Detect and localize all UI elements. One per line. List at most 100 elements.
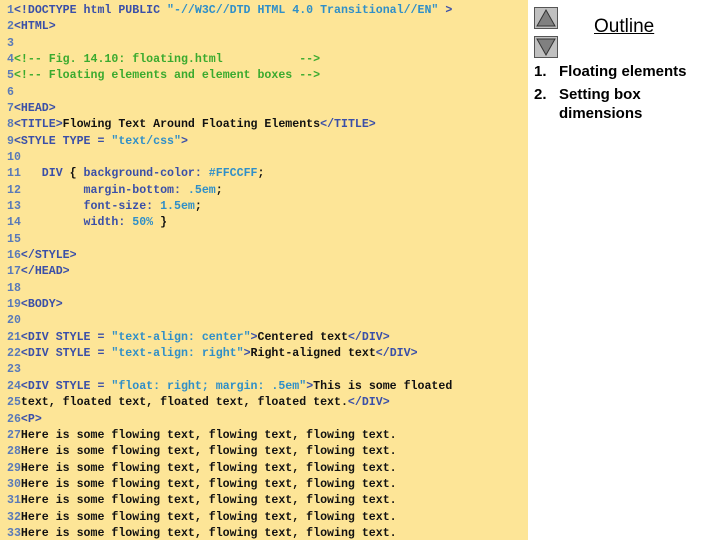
code-string: "-//W3C//DTD HTML 4.0 Transitional//EN" xyxy=(167,4,439,17)
code-line: 19<BODY> xyxy=(7,297,63,313)
code-tag: <DIV STYLE = xyxy=(20,347,112,361)
outline-panel: Outline 1. Floating elements 2. Setting bo… xyxy=(528,0,720,540)
code-tag: background-color: xyxy=(83,167,209,181)
code-line: 27Here is some flowing text, flowing tex… xyxy=(7,428,397,444)
line-number: 20 xyxy=(7,314,21,328)
code-comment: <!-- Floating elements and element boxes… xyxy=(13,69,321,83)
code-text: Here is some flowing text, flowing text,… xyxy=(20,445,397,459)
line-number: 26 xyxy=(7,412,21,426)
code-tag: <BODY> xyxy=(20,298,63,312)
code-string: 1.5em xyxy=(160,200,195,214)
code-line: 1<!DOCTYPE html PUBLIC "-//W3C//DTD HTML… xyxy=(7,3,452,19)
line-number: 22 xyxy=(7,347,21,361)
code-line: 30Here is some flowing text, flowing tex… xyxy=(7,477,397,493)
line-number: 31 xyxy=(7,494,21,508)
line-number: 28 xyxy=(7,445,21,459)
line-number: 14 xyxy=(7,216,21,230)
code-line: 33Here is some flowing text, flowing tex… xyxy=(7,526,397,540)
code-string: "text-align: center" xyxy=(111,330,251,344)
line-number: 15 xyxy=(7,232,21,246)
outline-item: 2. Setting box dimensions xyxy=(534,85,720,123)
code-string: 50% xyxy=(132,216,154,230)
code-tag: > xyxy=(180,134,188,148)
outline-item-number: 2. xyxy=(534,86,547,103)
code-tag: </DIV> xyxy=(375,347,418,361)
code-tag: <DIV STYLE = xyxy=(20,330,112,344)
line-number: 19 xyxy=(7,298,21,312)
outline-item-label: Floating elements xyxy=(559,63,687,80)
code-tag: </DIV> xyxy=(347,330,390,344)
code-listing: 1<!DOCTYPE html PUBLIC "-//W3C//DTD HTML… xyxy=(0,0,528,540)
code-line: 20 xyxy=(7,313,21,329)
code-line: 13 font-size: 1.5em; xyxy=(7,199,202,215)
line-number: 10 xyxy=(7,151,21,165)
line-number: 9 xyxy=(7,134,14,148)
code-line: 26<P> xyxy=(7,412,42,428)
code-text: { xyxy=(69,167,84,181)
code-text: } xyxy=(153,216,168,230)
outline-item-number: 1. xyxy=(534,63,547,80)
code-tag: <!DOCTYPE html PUBLIC xyxy=(13,4,168,17)
line-number: 18 xyxy=(7,281,21,295)
code-line: 4<!-- Fig. 14.10: floating.html --> xyxy=(7,52,320,68)
code-text: Right-aligned text xyxy=(250,347,376,361)
code-tag: </STYLE> xyxy=(20,249,77,263)
line-number: 4 xyxy=(7,53,14,67)
code-line: 23 xyxy=(7,362,21,378)
code-line: 32Here is some flowing text, flowing tex… xyxy=(7,510,397,526)
outline-item: 1. Floating elements xyxy=(534,62,720,81)
code-line: 18 xyxy=(7,281,21,297)
previous-slide-button[interactable] xyxy=(534,7,558,29)
code-comment: <!-- Fig. 14.10: floating.html --> xyxy=(13,53,321,67)
outline-title: Outline xyxy=(594,16,655,37)
line-number: 24 xyxy=(7,379,21,393)
code-text: ; xyxy=(257,167,265,181)
code-tag: DIV xyxy=(20,167,70,181)
code-string: "text/css" xyxy=(111,134,181,148)
code-tag: <HTML> xyxy=(13,20,56,34)
line-number: 6 xyxy=(7,85,14,99)
code-tag: > xyxy=(438,4,453,17)
code-line: 28Here is some flowing text, flowing tex… xyxy=(7,444,397,460)
next-slide-button[interactable] xyxy=(534,36,558,58)
code-string: #FFCCFF xyxy=(208,167,258,181)
code-line: 17</HEAD> xyxy=(7,264,70,280)
line-number: 30 xyxy=(7,477,21,491)
code-line: 9<STYLE TYPE = "text/css"> xyxy=(7,134,188,150)
code-line: 24<DIV STYLE = "float: right; margin: .5… xyxy=(7,379,452,395)
code-tag: font-size: xyxy=(20,200,161,214)
code-tag: width: xyxy=(20,216,133,230)
line-number: 5 xyxy=(7,69,14,83)
line-number: 23 xyxy=(7,363,21,377)
line-number: 16 xyxy=(7,249,21,263)
line-number: 32 xyxy=(7,510,21,524)
outline-item-label: Setting box dimensions xyxy=(559,86,643,122)
code-tag: </TITLE> xyxy=(320,118,376,132)
code-text: ; xyxy=(215,183,223,197)
code-line: 21<DIV STYLE = "text-align: center">Cent… xyxy=(7,330,390,346)
triangle-down-icon xyxy=(536,38,556,57)
line-number: 1 xyxy=(7,4,14,17)
code-text: Here is some flowing text, flowing text,… xyxy=(20,494,397,508)
code-string: "float: right; margin: .5em" xyxy=(111,379,307,393)
line-number: 33 xyxy=(7,526,21,540)
line-number: 7 xyxy=(7,102,14,116)
code-text: Here is some flowing text, flowing text,… xyxy=(20,477,397,491)
code-line: 5<!-- Floating elements and element boxe… xyxy=(7,68,320,84)
code-tag: </DIV> xyxy=(347,396,390,410)
code-line: 11 DIV { background-color: #FFCCFF; xyxy=(7,166,264,182)
code-line: 15 xyxy=(7,232,21,248)
line-number: 8 xyxy=(7,118,14,132)
line-number: 12 xyxy=(7,183,21,197)
code-line: 3 xyxy=(7,36,14,52)
line-number: 17 xyxy=(7,265,21,279)
line-number: 11 xyxy=(7,167,21,181)
triangle-up-icon xyxy=(536,8,556,27)
line-number: 25 xyxy=(7,396,21,410)
code-line: 22<DIV STYLE = "text-align: right">Right… xyxy=(7,346,418,362)
line-number: 2 xyxy=(7,20,14,34)
code-text: Here is some flowing text, flowing text,… xyxy=(20,428,397,442)
code-text: Here is some flowing text, flowing text,… xyxy=(20,526,397,540)
code-text: text, floated text, floated text, floate… xyxy=(20,396,348,410)
code-line: 14 width: 50% } xyxy=(7,215,167,231)
